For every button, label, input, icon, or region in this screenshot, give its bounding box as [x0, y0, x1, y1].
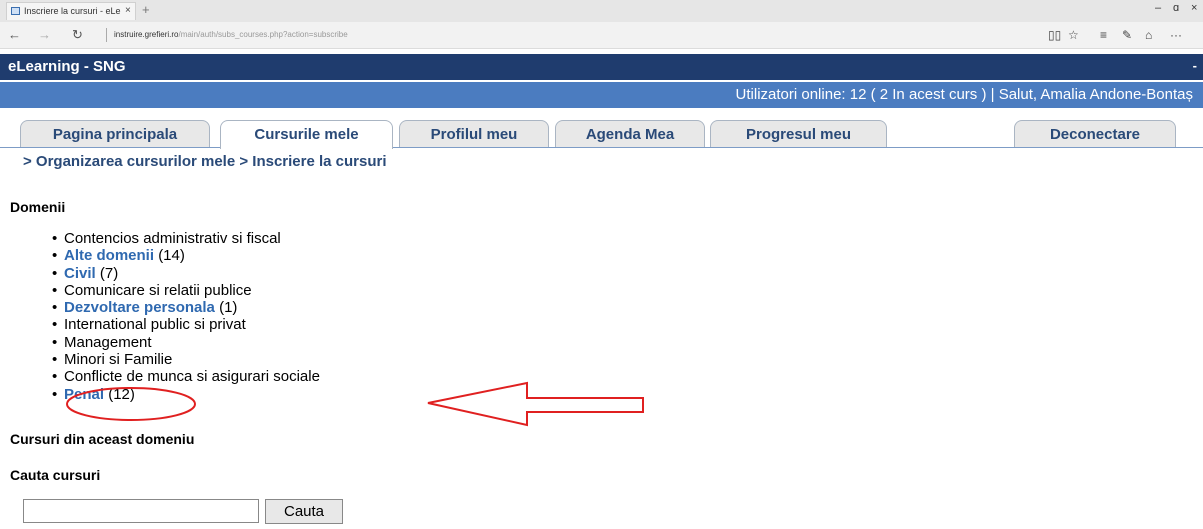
tab-pagina-principala[interactable]: Pagina principala	[20, 120, 210, 147]
new-tab-icon[interactable]: +	[142, 2, 150, 17]
reading-view-icon[interactable]: ▯▯	[1048, 28, 1061, 42]
domain-count: (1)	[219, 299, 238, 317]
header-collapse-icon[interactable]: -	[1193, 58, 1197, 73]
site-title: eLearning - SNG	[8, 58, 126, 75]
forward-icon[interactable]: →	[38, 27, 51, 42]
web-note-icon[interactable]: ✎	[1122, 28, 1132, 42]
list-item: Management	[52, 333, 320, 352]
restore-icon[interactable]: ɑ	[1173, 2, 1179, 14]
domain-label: Contencios administrativ si fiscal	[64, 230, 281, 247]
domains-list: Contencios administrativ si fiscal Alte …	[52, 230, 320, 404]
window-close-icon[interactable]: ×	[1191, 2, 1197, 14]
domain-label: Conflicte de munca si asigurari sociale	[64, 368, 320, 386]
search-input[interactable]	[23, 499, 259, 523]
address-url[interactable]: instruire.grefieri.ro/main/auth/subs_cou…	[114, 30, 348, 39]
breadcrumb: > Organizarea cursurilor mele > Inscrier…	[23, 153, 387, 170]
domain-link-civil[interactable]: Civil	[64, 265, 96, 282]
more-icon[interactable]: ···	[1170, 28, 1182, 42]
site-header: eLearning - SNG -	[0, 54, 1203, 80]
domain-count: (7)	[99, 264, 119, 282]
breadcrumb-my-courses[interactable]: > Organizarea cursurilor mele	[23, 153, 235, 170]
hub-icon[interactable]: ≡	[1100, 28, 1107, 42]
domain-link-dezvoltare-personala[interactable]: Dezvoltare personala	[64, 299, 215, 316]
search-heading: Cauta cursuri	[10, 467, 101, 483]
list-item: Minori si Familie	[52, 351, 320, 369]
list-item: Dezvoltare personala (1)	[52, 299, 320, 317]
browser-tab-title: Inscriere la cursuri - eLe	[24, 6, 121, 16]
domain-count: (12)	[108, 385, 135, 403]
online-users-info: Utilizatori online: 12 ( 2 In acest curs…	[735, 86, 1193, 103]
tab-agenda-mea[interactable]: Agenda Mea	[555, 120, 705, 147]
browser-tab[interactable]: Inscriere la cursuri - eLe ×	[6, 2, 136, 20]
back-icon[interactable]: ←	[8, 27, 21, 42]
list-item: Conflicte de munca si asigurari sociale	[52, 368, 320, 386]
domain-count: (14)	[158, 247, 185, 265]
tab-profilul-meu[interactable]: Profilul meu	[399, 120, 549, 147]
domain-label: Comunicare si relatii publice	[64, 281, 252, 299]
address-bar-row: ← → ↻ instruire.grefieri.ro/main/auth/su…	[0, 22, 1203, 49]
tab-deconectare[interactable]: Deconectare	[1014, 120, 1176, 147]
domain-label: International public si privat	[64, 316, 246, 334]
domain-label: Management	[64, 333, 152, 351]
search-button[interactable]: Cauta	[265, 499, 343, 524]
page-favicon-icon	[11, 7, 20, 15]
breadcrumb-subscribe[interactable]: > Inscriere la cursuri	[239, 153, 386, 170]
tab-progresul-meu[interactable]: Progresul meu	[710, 120, 887, 147]
domain-link-alte-domenii[interactable]: Alte domenii	[64, 247, 154, 264]
share-icon[interactable]: ⌂	[1145, 28, 1152, 42]
list-item: Civil (7)	[52, 264, 320, 283]
user-info-bar: Utilizatori online: 12 ( 2 In acest curs…	[0, 82, 1203, 108]
domains-heading: Domenii	[10, 199, 66, 215]
favorite-star-icon[interactable]: ☆	[1068, 28, 1079, 42]
list-item: Comunicare si relatii publice	[52, 281, 320, 300]
list-item: Penal (12)	[52, 385, 320, 404]
minimize-icon[interactable]: –	[1155, 2, 1161, 14]
browser-tab-bar: Inscriere la cursuri - eLe × + – ɑ ×	[0, 0, 1203, 22]
list-item: International public si privat	[52, 316, 320, 334]
pointer-arrow	[427, 381, 644, 427]
address-separator	[106, 28, 107, 42]
refresh-icon[interactable]: ↻	[72, 27, 83, 43]
courses-heading: Cursuri din aceast domeniu	[10, 431, 195, 447]
domain-label: Minori si Familie	[64, 351, 173, 369]
list-item: Contencios administrativ si fiscal	[52, 230, 320, 248]
tab-close-icon[interactable]: ×	[125, 5, 131, 16]
list-item: Alte domenii (14)	[52, 247, 320, 265]
tab-cursurile-mele[interactable]: Cursurile mele	[220, 120, 393, 149]
domain-link-penal[interactable]: Penal	[64, 386, 104, 403]
